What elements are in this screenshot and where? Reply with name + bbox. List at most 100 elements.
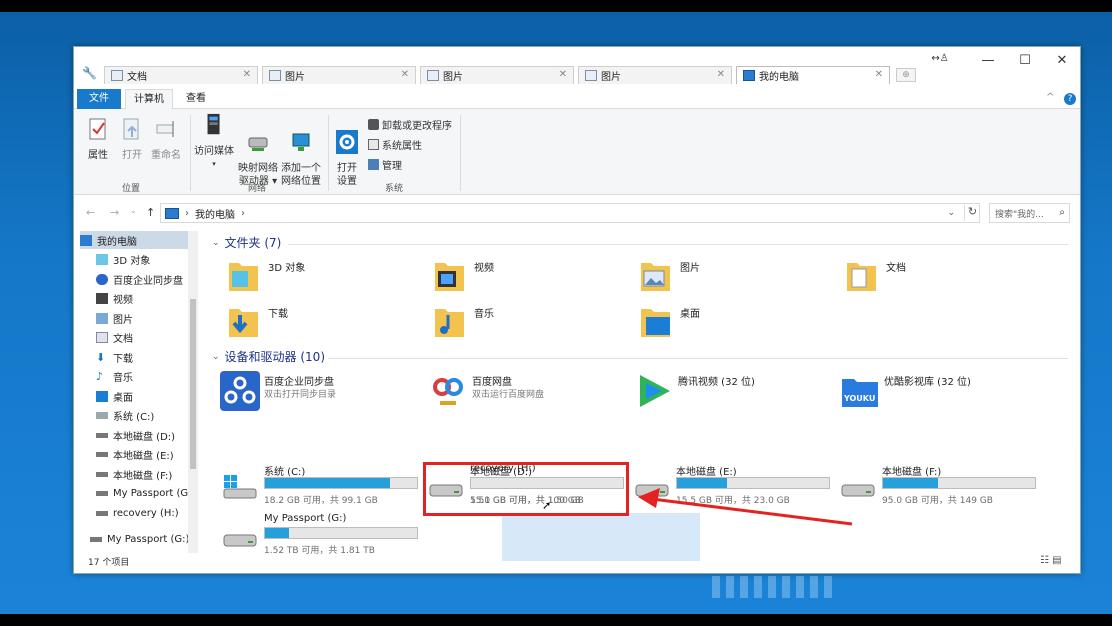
uninstall-button[interactable]: 卸载或更改程序 xyxy=(368,117,452,132)
nav-scrollbar-thumb[interactable] xyxy=(190,299,196,469)
ribbon-tab-computer[interactable]: 计算机 xyxy=(125,89,173,110)
open-button[interactable]: 打开 xyxy=(118,117,146,162)
nav-item-downloads[interactable]: ⬇ 下载 xyxy=(80,348,198,366)
close-window-button[interactable]: ✕ xyxy=(1050,53,1074,68)
app-baidu-sync[interactable]: 百度企业同步盘 双击打开同步目录 xyxy=(220,371,420,411)
address-dropdown-icon[interactable]: ⌄ xyxy=(947,208,955,218)
access-media-button[interactable]: 访问媒体 ▾ xyxy=(192,113,236,171)
folder-picture-icon xyxy=(641,263,670,291)
folder-videos[interactable]: 视频 xyxy=(434,257,634,297)
nav-item-drive-c[interactable]: 系统 (C:) xyxy=(80,406,198,424)
tab-documents[interactable]: 文档 ✕ xyxy=(104,66,258,84)
group-label-location: 位置 xyxy=(121,184,140,194)
open-settings-button[interactable]: 打开 设置 xyxy=(332,117,362,201)
address-box[interactable]: › 我的电脑 › ⌄ xyxy=(160,203,980,223)
close-tab-icon[interactable]: ✕ xyxy=(559,69,567,80)
watermark xyxy=(712,576,832,598)
drive-c[interactable]: 系统 (C:) 18.2 GB 可用，共 99.1 GB xyxy=(222,463,422,507)
refresh-button[interactable]: ↻ xyxy=(964,205,980,221)
nav-item-drive-e[interactable]: 本地磁盘 (E:) xyxy=(80,445,198,463)
drive-usage-fill xyxy=(883,478,938,488)
minimize-button[interactable]: — xyxy=(976,53,1000,68)
tab-pictures-1[interactable]: 图片 ✕ xyxy=(262,66,416,84)
tab-pictures-2[interactable]: 图片 ✕ xyxy=(420,66,574,84)
maximize-button[interactable]: ☐ xyxy=(1013,53,1037,68)
app-youku[interactable]: YOUKU 优酷影视库 (32 位) xyxy=(840,371,1040,411)
annotation-arrow-icon xyxy=(638,488,853,526)
new-tab-button[interactable]: ⊕ xyxy=(896,68,916,82)
open-icon xyxy=(123,118,139,140)
folder-3d-icon xyxy=(229,263,258,291)
app-tencent-video[interactable]: 腾讯视频 (32 位) xyxy=(634,371,834,411)
nav-item-desktop[interactable]: 桌面 xyxy=(80,387,198,405)
drive-icon xyxy=(223,534,257,547)
folder-name: 图片 xyxy=(680,263,700,274)
app-baidu-netdisk[interactable]: 百度网盘 双击运行百度网盘 xyxy=(428,371,628,411)
nav-item-music[interactable]: ♪ 音乐 xyxy=(80,367,198,385)
nav-item-drive-h[interactable]: recovery (H:) xyxy=(80,504,198,522)
folder-3d-objects[interactable]: 3D 对象 xyxy=(228,257,428,297)
nav-item-drive-f[interactable]: 本地磁盘 (F:) xyxy=(80,465,198,483)
ribbon-tab-file[interactable]: 文件 xyxy=(77,89,121,109)
breadcrumb-my-computer[interactable]: 我的电脑 xyxy=(195,206,235,221)
drive-name: 本地磁盘 (E:) xyxy=(676,467,737,478)
nav-item-drive-g[interactable]: My Passport (G: xyxy=(80,484,198,502)
folder-name: 下载 xyxy=(268,309,288,320)
folder-documents[interactable]: 文档 xyxy=(846,257,1046,297)
close-tab-icon[interactable]: ✕ xyxy=(717,69,725,80)
forward-arrow-icon[interactable]: → xyxy=(110,206,119,219)
windows-drive-icon xyxy=(223,475,257,499)
tab-label: 我的电脑 xyxy=(759,72,799,83)
up-arrow-icon[interactable]: ↑ xyxy=(146,206,155,219)
folder-pictures[interactable]: 图片 xyxy=(640,257,840,297)
section-devices[interactable]: ⌄ 设备和驱动器 (10) xyxy=(212,348,325,365)
manage-button[interactable]: 管理 xyxy=(368,157,402,172)
wrench-icon[interactable]: 🔧 xyxy=(82,66,97,80)
ribbon-tab-view[interactable]: 查看 xyxy=(178,89,214,109)
drive-usage-fill xyxy=(265,528,290,538)
ribbon-tab-bar: 文件 计算机 查看 ^ ? xyxy=(74,89,1080,110)
folder-desktop[interactable]: 桌面 xyxy=(640,303,840,343)
tab-bar: 🔧 文档 ✕ 图片 ✕ 图片 ✕ 图片 ✕ 我的电脑 ✕ ⊕ ↔♙ — ☐ ✕ xyxy=(74,47,1080,85)
nav-item-baidu-sync[interactable]: 百度企业同步盘 xyxy=(80,270,198,288)
search-input[interactable]: 搜索"我的... ⌕ xyxy=(989,203,1070,223)
large-icons-view-icon[interactable]: ▤ xyxy=(1052,555,1061,566)
nav-item-pictures[interactable]: 图片 xyxy=(80,309,198,327)
help-icon[interactable]: ? xyxy=(1064,93,1076,105)
rename-icon xyxy=(156,121,174,137)
system-properties-button[interactable]: 系统属性 xyxy=(368,137,422,152)
drive-g[interactable]: My Passport (G:) 1.52 TB 可用，共 1.81 TB xyxy=(222,513,422,557)
tab-pictures-3[interactable]: 图片 ✕ xyxy=(578,66,732,84)
rename-button[interactable]: 重命名 xyxy=(148,117,184,162)
nav-item-passport-g[interactable]: My Passport (G:) xyxy=(80,530,198,548)
folder-downloads[interactable]: 下载 xyxy=(228,303,428,343)
back-arrow-icon[interactable]: ← xyxy=(86,206,95,219)
tab-my-computer[interactable]: 我的电脑 ✕ xyxy=(736,66,890,84)
share-icon[interactable]: ↔♙ xyxy=(928,53,952,64)
drive-stats: 18.2 GB 可用，共 99.1 GB xyxy=(264,496,378,506)
document-icon xyxy=(111,70,123,81)
nav-item-videos[interactable]: 视频 xyxy=(80,289,198,307)
nav-label: 我的电脑 xyxy=(97,236,137,248)
properties-button[interactable]: 属性 xyxy=(84,117,112,162)
app-name: 百度企业同步盘 xyxy=(264,377,334,388)
add-network-location-button[interactable]: 添加一个 网络位置 xyxy=(278,117,324,201)
close-tab-icon[interactable]: ✕ xyxy=(243,69,251,80)
group-label-network: 网络 xyxy=(247,184,266,194)
section-folders[interactable]: ⌄ 文件夹 (7) xyxy=(212,234,281,251)
close-tab-icon[interactable]: ✕ xyxy=(875,69,883,80)
drive-usage-fill xyxy=(265,478,390,488)
recent-dropdown-icon[interactable]: ⌄ xyxy=(130,206,137,215)
nav-item-documents[interactable]: 文档 xyxy=(80,328,198,346)
drive-f[interactable]: 本地磁盘 (F:) 95.0 GB 可用，共 149 GB xyxy=(840,463,1040,507)
nav-label: 下载 xyxy=(113,353,133,365)
nav-item-drive-d[interactable]: 本地磁盘 (D:) xyxy=(80,426,198,444)
folder-name: 3D 对象 xyxy=(268,263,306,274)
details-view-icon[interactable]: ☷ xyxy=(1040,555,1049,566)
folder-music[interactable]: 音乐 xyxy=(434,303,634,343)
nav-item-3d-objects[interactable]: 3D 对象 xyxy=(80,250,198,268)
baidu-sync-icon xyxy=(96,273,108,285)
nav-item-my-computer[interactable]: 我的电脑 xyxy=(80,231,198,249)
close-tab-icon[interactable]: ✕ xyxy=(401,69,409,80)
collapse-ribbon-icon[interactable]: ^ xyxy=(1046,92,1054,103)
